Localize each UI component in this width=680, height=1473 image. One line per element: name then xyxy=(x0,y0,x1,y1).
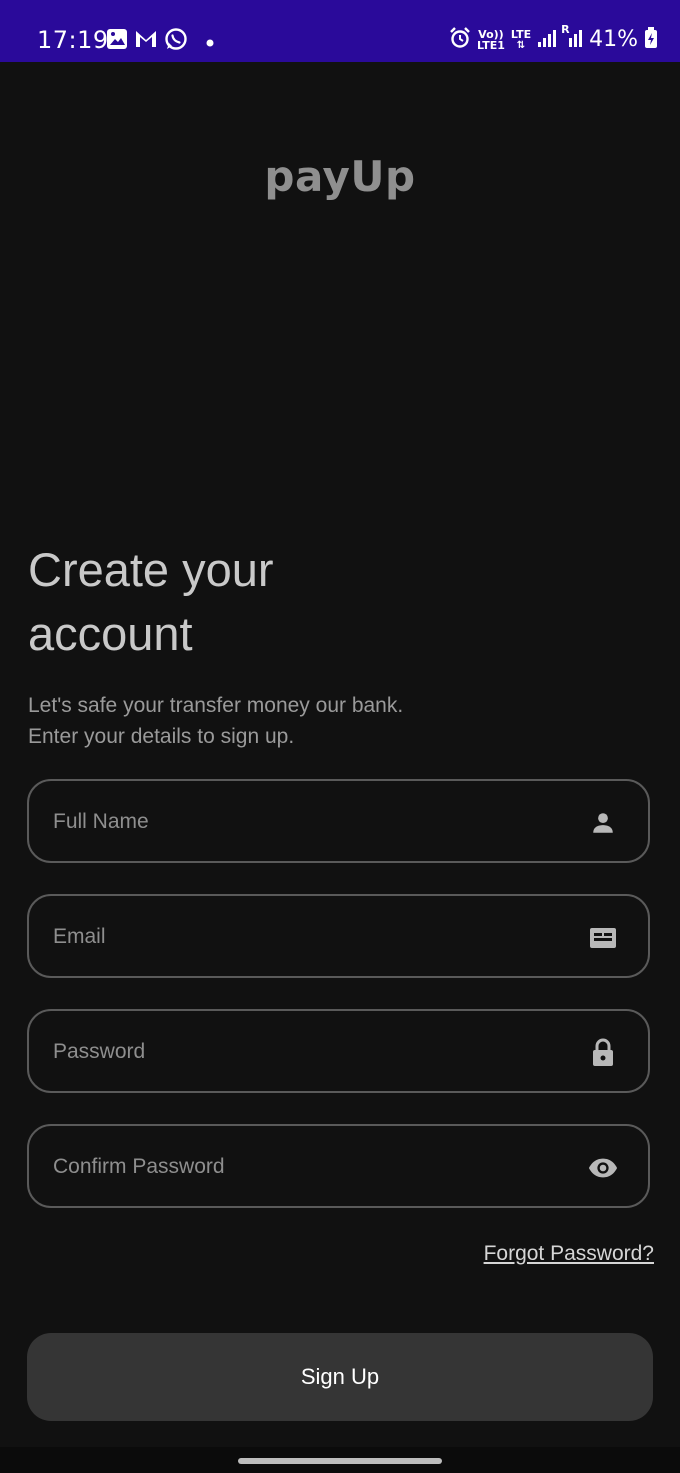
subtitle-line1: Let's safe your transfer money our bank. xyxy=(28,694,404,717)
page-title-line1: Create your xyxy=(28,543,274,596)
battery-charging-icon xyxy=(644,27,658,53)
battery-percent: 41% xyxy=(589,27,638,52)
whatsapp-icon xyxy=(164,27,188,55)
page-subtitle: Let's safe your transfer money our bank.… xyxy=(28,690,548,752)
signal-icon xyxy=(537,28,557,52)
confirm-password-field[interactable] xyxy=(27,1124,650,1208)
home-indicator[interactable] xyxy=(238,1458,442,1464)
status-time: 17:19 xyxy=(37,26,109,54)
password-field[interactable] xyxy=(27,1009,650,1093)
signal-roaming-icon: R xyxy=(561,24,583,52)
email-input[interactable] xyxy=(51,896,575,978)
person-icon xyxy=(588,808,618,838)
app-logo: payUp xyxy=(264,152,416,201)
lock-icon xyxy=(588,1038,618,1068)
volte-indicator: Vo)) LTE1 xyxy=(477,29,505,51)
sign-up-label: Sign Up xyxy=(300,1364,380,1389)
email-field[interactable] xyxy=(27,894,650,978)
notification-icons xyxy=(106,27,214,55)
page-title-line2: account xyxy=(28,607,193,660)
status-bar: 17:19 Vo)) LTE1 LTE ⇅ R 41% xyxy=(0,0,680,62)
lte-label: LTE xyxy=(510,28,532,41)
alarm-icon xyxy=(449,27,471,53)
forgot-password-link[interactable]: Forgot Password? xyxy=(484,1242,654,1266)
roaming-label: R xyxy=(561,23,570,36)
full-name-input[interactable] xyxy=(51,781,575,863)
eye-icon[interactable] xyxy=(588,1153,618,1183)
data-arrows-icon: ⇅ xyxy=(516,40,526,51)
dot-icon xyxy=(206,32,214,51)
gallery-icon xyxy=(106,28,128,54)
card-icon xyxy=(588,923,618,953)
lte1-label: LTE1 xyxy=(477,39,505,52)
full-name-field[interactable] xyxy=(27,779,650,863)
sign-up-button[interactable]: Sign Up xyxy=(27,1333,653,1421)
gmail-icon xyxy=(134,29,158,53)
lte-indicator: LTE ⇅ xyxy=(511,29,531,51)
confirm-password-input[interactable] xyxy=(51,1126,575,1208)
subtitle-line2: Enter your details to sign up. xyxy=(28,725,295,748)
password-input[interactable] xyxy=(51,1011,575,1093)
system-icons: Vo)) LTE1 LTE ⇅ R 41% xyxy=(449,24,658,54)
page-title: Create your account xyxy=(28,538,448,666)
